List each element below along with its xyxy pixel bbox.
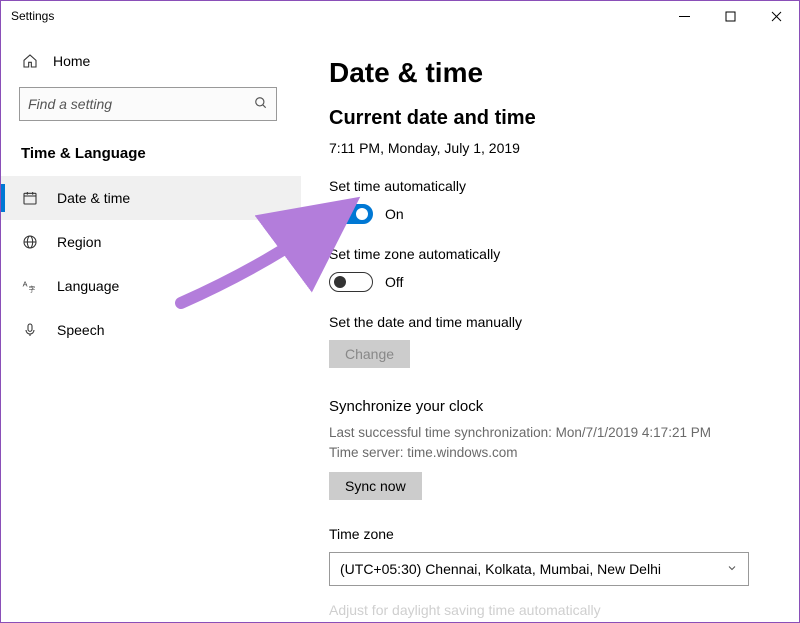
sidebar-item-date-time[interactable]: Date & time [1,176,301,220]
set-time-auto-state: On [385,206,404,222]
section-title: Time & Language [1,131,301,176]
sync-last-line: Last successful time synchronization: Mo… [329,423,779,443]
set-time-auto-label: Set time automatically [329,178,779,194]
sidebar-item-label: Language [57,278,119,294]
search-input[interactable] [28,96,254,112]
set-tz-auto-label: Set time zone automatically [329,246,779,262]
close-button[interactable] [753,1,799,31]
main-panel: Date & time Current date and time 7:11 P… [301,31,799,622]
dst-label: Adjust for daylight saving time automati… [329,602,779,618]
timezone-value: (UTC+05:30) Chennai, Kolkata, Mumbai, Ne… [340,561,661,577]
svg-text:字: 字 [29,284,36,293]
sidebar-item-region[interactable]: Region [1,220,301,264]
sidebar-item-label: Speech [57,322,104,338]
sidebar-item-speech[interactable]: Speech [1,308,301,352]
home-label: Home [53,53,90,69]
minimize-button[interactable] [661,1,707,31]
app-title: Settings [11,9,54,23]
change-button: Change [329,340,410,368]
sidebar-item-label: Region [57,234,101,250]
search-box[interactable] [19,87,277,121]
sync-heading: Synchronize your clock [329,398,779,415]
language-icon: A字 [21,278,39,294]
microphone-icon [21,322,39,338]
set-tz-auto-state: Off [385,274,403,290]
manual-dt-label: Set the date and time manually [329,314,779,330]
page-title: Date & time [329,57,779,89]
timezone-label: Time zone [329,526,779,542]
svg-text:A: A [23,280,28,289]
titlebar: Settings [1,1,799,31]
current-datetime-heading: Current date and time [329,107,779,130]
chevron-down-icon [726,561,738,577]
sidebar-item-label: Date & time [57,190,130,206]
window-controls [661,1,799,31]
calendar-icon [21,190,39,206]
timezone-dropdown[interactable]: (UTC+05:30) Chennai, Kolkata, Mumbai, Ne… [329,552,749,586]
sidebar-item-language[interactable]: A字 Language [1,264,301,308]
set-tz-auto-toggle[interactable] [329,272,373,292]
sync-server-line: Time server: time.windows.com [329,443,779,463]
home-icon [21,53,39,69]
globe-icon [21,234,39,250]
sidebar: Home Time & Language Date & time Reg [1,31,301,622]
maximize-button[interactable] [707,1,753,31]
set-time-auto-toggle[interactable] [329,204,373,224]
sync-now-button[interactable]: Sync now [329,472,422,500]
search-icon [254,96,268,113]
home-nav[interactable]: Home [1,43,301,79]
current-datetime-value: 7:11 PM, Monday, July 1, 2019 [329,140,779,156]
